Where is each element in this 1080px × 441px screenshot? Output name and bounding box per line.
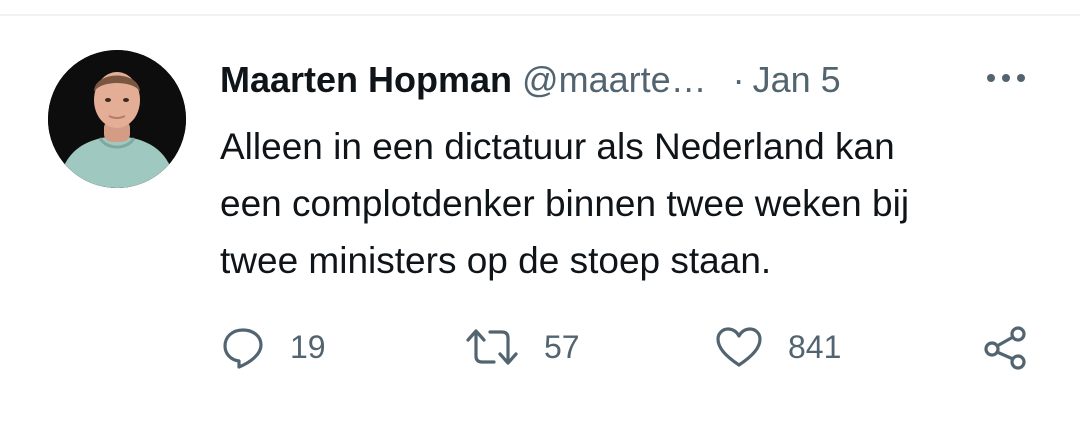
avatar[interactable] [48,50,186,188]
tweet-actions: 19 57 841 [0,312,1080,382]
more-dots-icon [987,74,1025,82]
tweet-date[interactable]: Jan 5 [753,59,841,100]
like-button[interactable]: 841 [714,312,841,382]
profile-photo [48,50,186,188]
tweet-header: Maarten Hopman @maarte… · Jan 5 [220,58,1060,102]
reply-icon [223,328,263,369]
more-button[interactable] [982,60,1030,96]
heart-icon [716,327,762,367]
retweet-icon [466,329,518,365]
like-count: 841 [788,328,842,365]
reply-button[interactable]: 19 [220,312,326,382]
retweet-button[interactable]: 57 [464,312,580,382]
retweet-count: 57 [544,328,580,365]
tweet-text: Alleen in een dictatuur als Nederland ka… [220,126,910,281]
share-button[interactable] [982,312,1028,382]
tweet-card[interactable]: Maarten Hopman @maarte… · Jan 5 Alleen in e… [0,16,1080,441]
separator-dot: · [732,59,745,100]
reply-count: 19 [290,328,326,365]
author-handle[interactable]: @maarte… [522,59,707,100]
author-name[interactable]: Maarten Hopman [220,59,512,100]
share-icon [984,326,1026,370]
